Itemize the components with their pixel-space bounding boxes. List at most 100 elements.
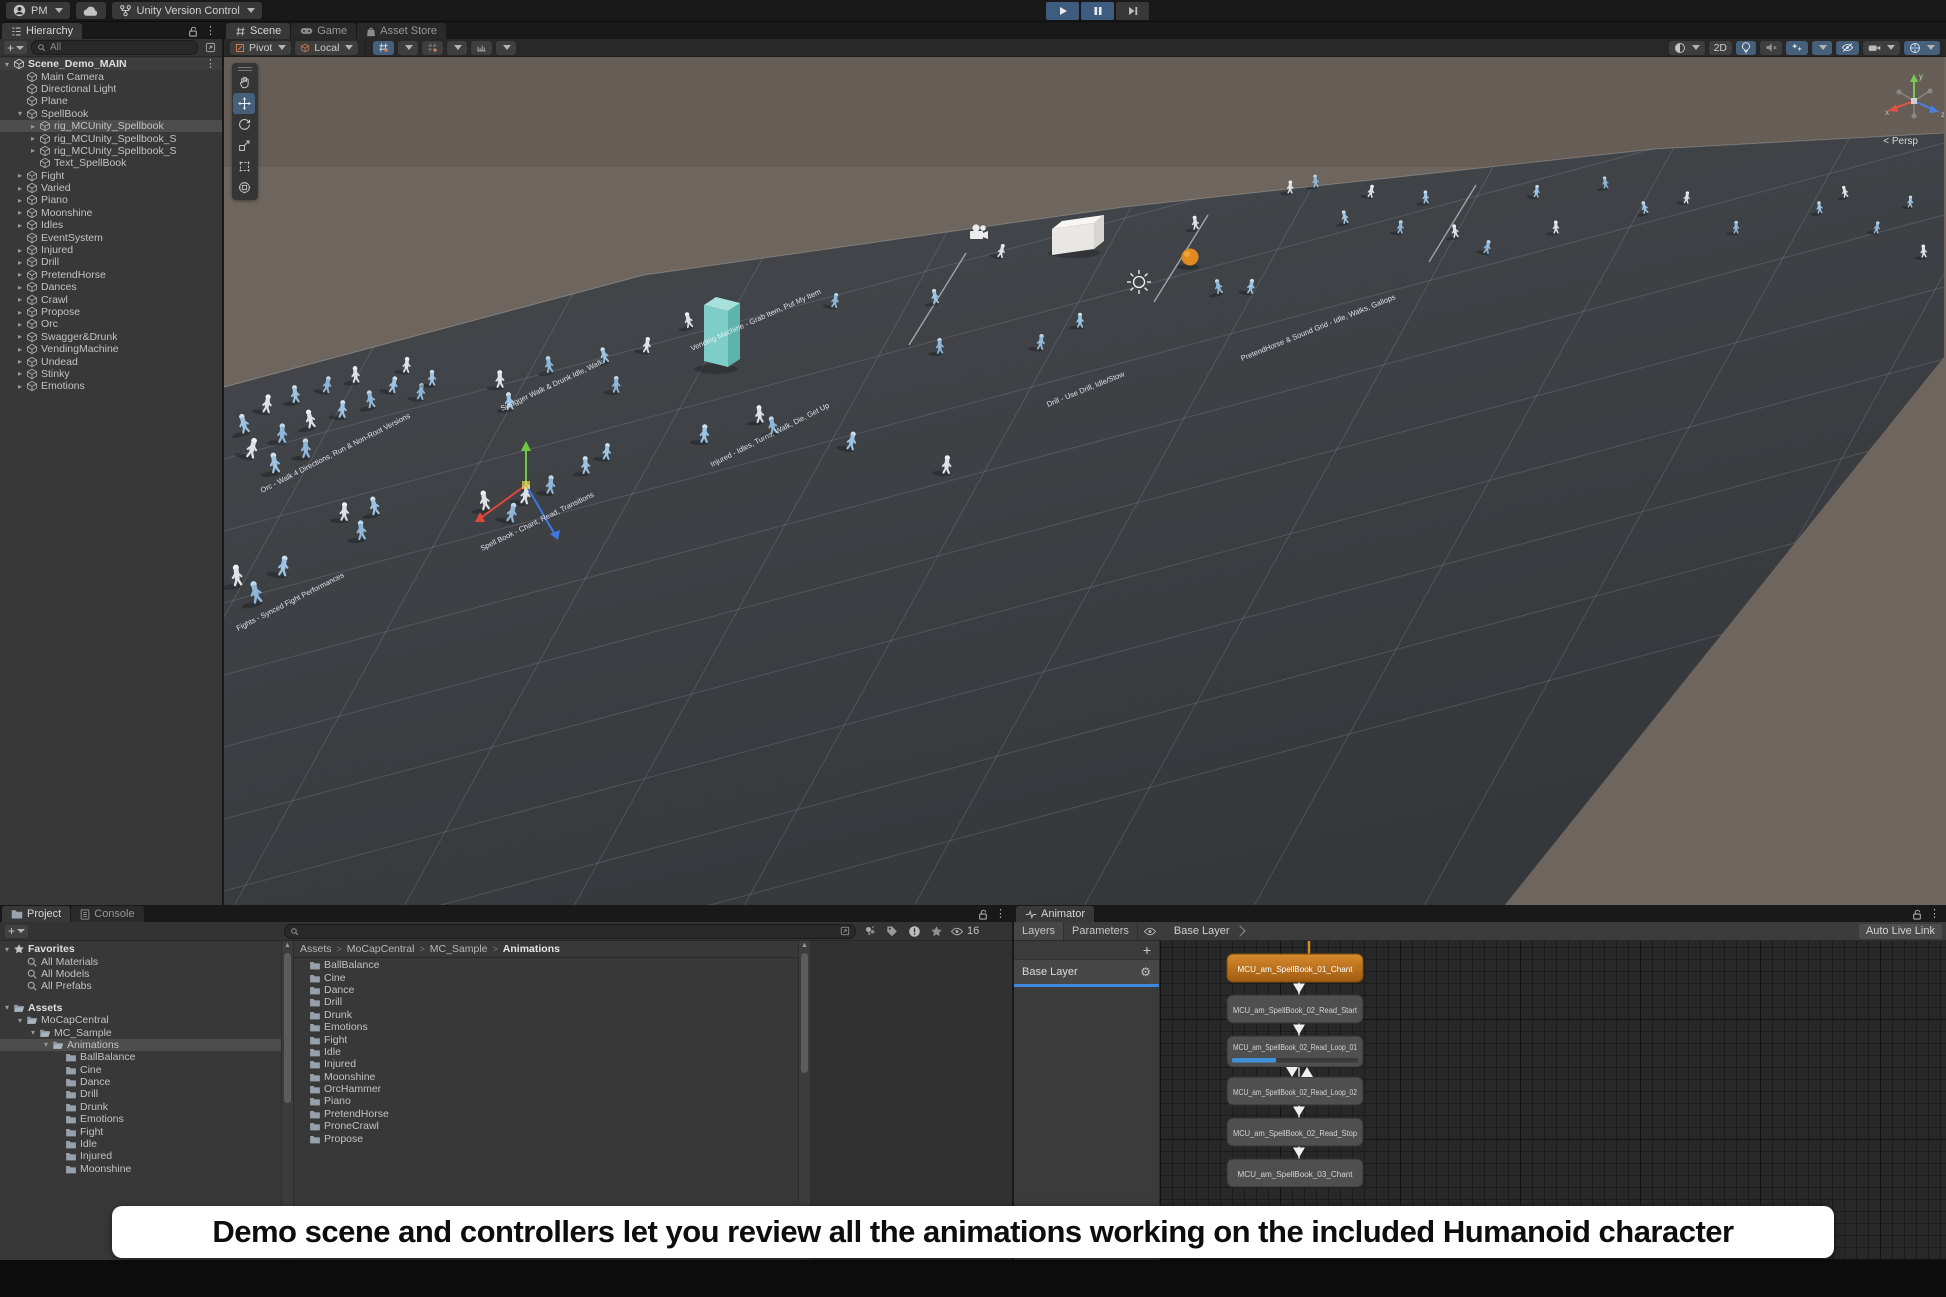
foldout-closed-icon[interactable]: ▸	[15, 246, 25, 255]
project-tree-item[interactable]: BallBalance	[0, 1051, 281, 1063]
hierarchy-item[interactable]: ▸Propose	[0, 306, 222, 318]
menu-kebab-icon[interactable]: ⋮	[995, 909, 1006, 919]
hierarchy-item[interactable]: ▾SpellBook	[0, 108, 222, 120]
project-tree-item[interactable]: All Materials	[0, 955, 281, 967]
hidden-objects-toggle[interactable]	[1836, 41, 1859, 55]
hierarchy-item[interactable]: ▸Injured	[0, 244, 222, 256]
animator-state[interactable]: MCU_am_SpellBook_02_Read_Start	[1227, 995, 1363, 1023]
tab-hierarchy[interactable]: Hierarchy	[2, 23, 82, 39]
project-tree-item[interactable]: Dance	[0, 1076, 281, 1088]
foldout-closed-icon[interactable]: ▸	[15, 308, 25, 317]
animator-state[interactable]: MCU_am_SpellBook_02_Read_Loop_02	[1227, 1077, 1363, 1105]
shading-mode-dropdown[interactable]	[1669, 41, 1705, 55]
layer-row[interactable]: Base Layer ⚙	[1014, 960, 1159, 984]
project-tree-item[interactable]: Cine	[0, 1064, 281, 1076]
hierarchy-item[interactable]: Text_SpellBook	[0, 157, 222, 169]
effects-dropdown[interactable]	[1812, 41, 1832, 55]
transition-arrow-up-icon[interactable]	[1301, 1067, 1313, 1077]
animator-breadcrumb[interactable]: Base Layer	[1162, 922, 1254, 940]
foldout-closed-icon[interactable]: ▸	[15, 208, 25, 217]
transition-arrow-icon[interactable]	[1293, 1025, 1305, 1035]
foldout-open-icon[interactable]: ▾	[2, 945, 12, 954]
foldout-closed-icon[interactable]: ▸	[15, 184, 25, 193]
folder-item[interactable]: BallBalance	[294, 959, 798, 971]
tool-strip-handle[interactable]	[233, 65, 257, 72]
menu-kebab-icon[interactable]: ⋮	[1929, 909, 1940, 919]
hierarchy-item[interactable]: ▸Idles	[0, 219, 222, 231]
tab-animator[interactable]: Animator	[1016, 906, 1094, 922]
project-tree-item[interactable]: ▾MoCapCentral	[0, 1014, 281, 1026]
audio-toggle[interactable]	[1760, 41, 1782, 55]
move-tool-button[interactable]	[233, 93, 255, 114]
project-tree-item[interactable]: Fight	[0, 1125, 281, 1137]
hierarchy-item[interactable]: ▸PretendHorse	[0, 269, 222, 281]
gizmos-dropdown[interactable]	[1904, 41, 1940, 55]
hierarchy-item[interactable]: ▸Varied	[0, 182, 222, 194]
create-asset-button[interactable]: +	[5, 925, 28, 938]
tab-scene[interactable]: Scene	[226, 23, 290, 39]
hierarchy-item[interactable]: ▸rig_MCUnity_Spellbook	[0, 120, 222, 132]
popout-icon[interactable]	[202, 41, 218, 55]
hierarchy-item[interactable]: ▸Drill	[0, 256, 222, 268]
version-control-button[interactable]: Unity Version Control	[112, 2, 262, 19]
folder-item[interactable]: Cine	[294, 971, 798, 983]
folder-item[interactable]: Drunk	[294, 1009, 798, 1021]
folder-item[interactable]: Fight	[294, 1033, 798, 1045]
play-button[interactable]	[1046, 2, 1079, 20]
hierarchy-item[interactable]: ▸Moonshine	[0, 207, 222, 219]
layers-tab[interactable]: Layers	[1014, 922, 1064, 940]
project-tree-item[interactable]: ▾Animations	[0, 1039, 281, 1051]
hierarchy-item[interactable]: Plane	[0, 95, 222, 107]
tab-game[interactable]: Game	[291, 23, 356, 39]
foldout-closed-icon[interactable]: ▸	[28, 146, 38, 155]
increment-snap-dropdown[interactable]	[447, 41, 467, 55]
foldout-open-icon[interactable]: ▾	[28, 1028, 38, 1037]
transform-tool-button[interactable]	[233, 177, 255, 198]
hierarchy-item[interactable]: ▸Swagger&Drunk	[0, 331, 222, 343]
step-button[interactable]	[1116, 2, 1149, 20]
animator-state[interactable]: MCU_am_SpellBook_02_Read_Loop_01	[1227, 1036, 1363, 1067]
gear-icon[interactable]: ⚙	[1140, 965, 1151, 979]
foldout-closed-icon[interactable]: ▸	[15, 270, 25, 279]
foldout-open-icon[interactable]: ▾	[2, 60, 12, 69]
hierarchy-item[interactable]: ▸Undead	[0, 355, 222, 367]
hierarchy-item[interactable]: ▸Emotions	[0, 380, 222, 392]
project-tree-item[interactable]: Injured	[0, 1150, 281, 1162]
pivot-dropdown[interactable]: Pivot	[230, 41, 291, 55]
hierarchy-item[interactable]: ▸VendingMachine	[0, 343, 222, 355]
hierarchy-item[interactable]: EventSystem	[0, 231, 222, 243]
hierarchy-item[interactable]: ▾Scene_Demo_MAIN⋮	[0, 58, 222, 70]
transition-arrow-icon[interactable]	[1286, 1067, 1298, 1077]
foldout-closed-icon[interactable]: ▸	[15, 171, 25, 180]
watch-eye-icon[interactable]	[1142, 924, 1158, 938]
hierarchy-item[interactable]: ▸Crawl	[0, 293, 222, 305]
foldout-open-icon[interactable]: ▾	[15, 1016, 25, 1025]
folder-item[interactable]: Dance	[294, 984, 798, 996]
hand-tool-button[interactable]	[233, 72, 255, 93]
rotate-tool-button[interactable]	[233, 114, 255, 135]
animator-state[interactable]: MCU_am_SpellBook_03_Chant	[1227, 1159, 1363, 1187]
foldout-closed-icon[interactable]: ▸	[15, 221, 25, 230]
foldout-closed-icon[interactable]: ▸	[15, 283, 25, 292]
breadcrumb-item[interactable]: MC_Sample	[430, 943, 488, 955]
scene-viewport[interactable]: Orc - Walk 4 Directions, Run & Non-Root …	[224, 57, 1946, 905]
scroll-up-icon[interactable]: ▲	[282, 942, 293, 949]
foldout-closed-icon[interactable]: ▸	[15, 357, 25, 366]
breadcrumb-item[interactable]: Assets	[300, 943, 332, 955]
hidden-count[interactable]: 16	[950, 924, 979, 938]
favorites-filter-icon[interactable]	[928, 924, 944, 938]
cloud-button[interactable]	[76, 2, 106, 19]
transition-arrow-icon[interactable]	[1293, 1107, 1305, 1117]
lock-icon[interactable]	[1912, 909, 1922, 920]
camera-dropdown[interactable]	[1863, 41, 1900, 55]
parameters-tab[interactable]: Parameters	[1064, 922, 1138, 940]
foldout-closed-icon[interactable]: ▸	[15, 258, 25, 267]
hierarchy-item[interactable]: ▸rig_MCUnity_Spellbook_S	[0, 132, 222, 144]
project-tree-item[interactable]: ▾Assets	[0, 1002, 281, 1014]
project-tree-item[interactable]: Idle	[0, 1138, 281, 1150]
hierarchy-item[interactable]: ▸Dances	[0, 281, 222, 293]
project-search-input[interactable]	[284, 924, 856, 939]
effects-toggle[interactable]	[1786, 41, 1808, 55]
search-popout-icon[interactable]	[840, 926, 850, 936]
grid-snap-dropdown[interactable]	[398, 41, 418, 55]
